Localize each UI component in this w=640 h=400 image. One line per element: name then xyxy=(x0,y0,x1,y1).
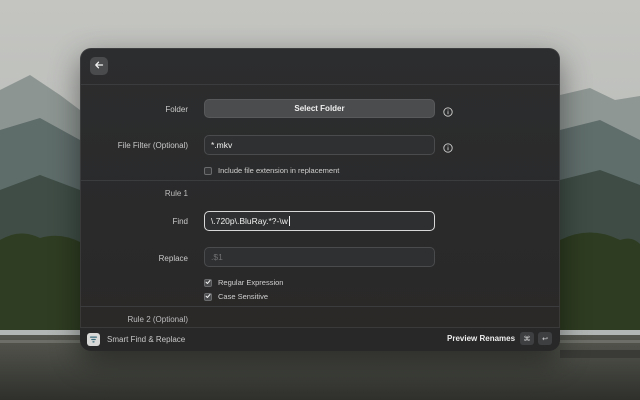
window-toolbar xyxy=(80,48,560,84)
divider xyxy=(80,84,560,85)
preview-renames-button[interactable]: Preview Renames xyxy=(447,334,515,343)
rule1-title: Rule 1 xyxy=(164,189,188,198)
case-sensitive-label: Case Sensitive xyxy=(218,292,269,301)
checkbox-box xyxy=(204,166,212,175)
replace-input[interactable]: .$1 xyxy=(204,247,435,267)
app-window: Folder Select Folder File Filter (Option… xyxy=(80,48,560,351)
info-circle-icon[interactable] xyxy=(443,140,453,153)
file-filter-input[interactable]: *.mkv xyxy=(204,135,435,155)
divider xyxy=(80,306,560,307)
checkbox-box xyxy=(204,278,212,287)
regular-expression-label: Regular Expression xyxy=(218,278,284,287)
include-extension-label: Include file extension in replacement xyxy=(218,166,340,175)
divider xyxy=(80,180,560,181)
checkmark-icon xyxy=(205,278,211,287)
app-name: Smart Find & Replace xyxy=(107,335,186,344)
find-value: \.720p\.BluRay.*?-\w xyxy=(211,216,288,226)
filter-icon xyxy=(89,331,98,349)
back-button[interactable] xyxy=(90,57,108,75)
checkmark-icon xyxy=(205,292,211,301)
info-circle-icon[interactable] xyxy=(443,104,453,117)
footer-bar: Smart Find & Replace Preview Renames ⌘ ↩ xyxy=(80,327,560,351)
file-filter-value: *.mkv xyxy=(211,140,233,150)
file-filter-label: File Filter (Optional) xyxy=(117,141,188,150)
command-key-hint: ⌘ xyxy=(520,332,534,345)
arrow-left-icon xyxy=(94,57,104,75)
regular-expression-checkbox[interactable]: Regular Expression xyxy=(204,278,283,287)
replace-label: Replace xyxy=(158,254,188,263)
select-folder-button[interactable]: Select Folder xyxy=(204,99,435,118)
find-input[interactable]: \.720p\.BluRay.*?-\w xyxy=(204,211,435,231)
app-icon xyxy=(87,333,100,346)
rule2-title: Rule 2 (Optional) xyxy=(127,315,188,324)
text-caret xyxy=(288,216,290,226)
replace-placeholder: .$1 xyxy=(211,252,223,262)
checkbox-box xyxy=(204,292,212,301)
find-label: Find xyxy=(172,217,188,226)
case-sensitive-checkbox[interactable]: Case Sensitive xyxy=(204,292,268,301)
include-extension-checkbox[interactable]: Include file extension in replacement xyxy=(204,166,339,175)
folder-label: Folder xyxy=(165,105,188,114)
return-key-hint: ↩ xyxy=(538,332,552,345)
